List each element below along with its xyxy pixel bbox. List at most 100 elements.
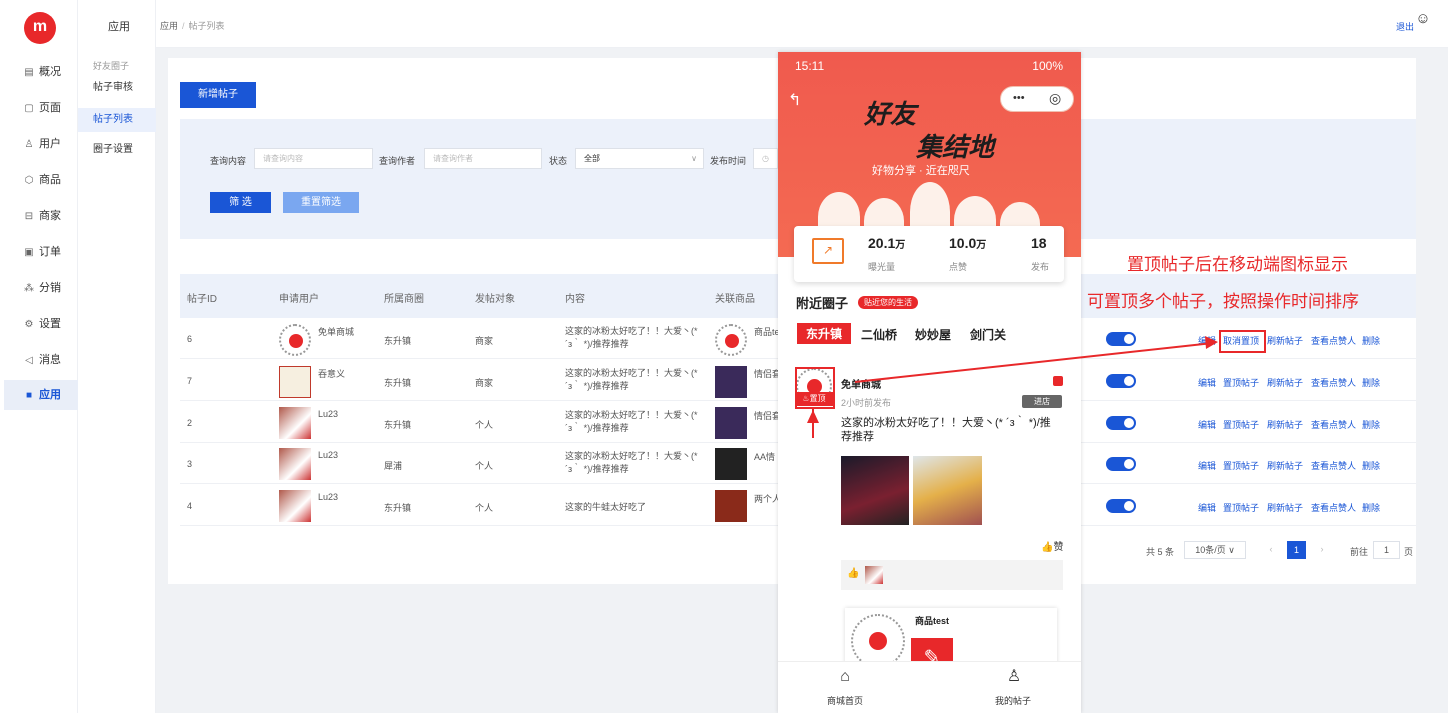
sidebar-item-settings[interactable]: ⚙ 设置 xyxy=(4,310,78,338)
pin-post-link[interactable]: 置顶帖子 xyxy=(1223,459,1259,472)
store-home-icon[interactable]: ⌂ xyxy=(834,666,856,688)
edit-link[interactable]: 编辑 xyxy=(1198,501,1216,514)
refresh-post-link[interactable]: 刷新帖子 xyxy=(1267,376,1303,389)
view-likes-link[interactable]: 查看点赞人 xyxy=(1311,459,1356,472)
post-author[interactable]: 免单商城 xyxy=(841,376,881,391)
pin-post-link[interactable]: 置顶帖子 xyxy=(1223,376,1259,389)
post-image[interactable] xyxy=(913,456,982,525)
status-toggle[interactable] xyxy=(1106,457,1136,471)
tab-area-4[interactable]: 剑门关 xyxy=(970,326,1006,343)
cell-id: 2 xyxy=(187,418,193,428)
stat-posts-value: 18 xyxy=(1031,235,1047,251)
status-toggle[interactable] xyxy=(1106,374,1136,388)
sidebar-item-merchants[interactable]: ⊟ 商家 xyxy=(4,202,78,230)
query-content-label: 查询内容 xyxy=(210,156,247,166)
page-number-current[interactable]: 1 xyxy=(1287,541,1306,559)
goto-page-input[interactable]: 1 xyxy=(1373,541,1400,559)
cell-area: 东升镇 xyxy=(384,336,412,346)
sidebar-item-apps[interactable]: ■ 应用 xyxy=(4,380,78,410)
more-icon[interactable]: ••• xyxy=(1013,92,1025,104)
shop-icon[interactable] xyxy=(1053,376,1063,386)
message-icon: ◁ xyxy=(25,355,33,366)
tabbar-my-posts[interactable]: 我的帖子 xyxy=(995,694,1031,707)
refresh-post-link[interactable]: 刷新帖子 xyxy=(1267,501,1303,514)
profile-icon[interactable]: ♙ xyxy=(1003,666,1025,688)
logout-link[interactable]: 退出 xyxy=(1396,20,1414,33)
view-likes-link[interactable]: 查看点赞人 xyxy=(1311,501,1356,514)
edit-link[interactable]: 编辑 xyxy=(1198,459,1216,472)
sidebar-item-goods[interactable]: ⬡ 商品 xyxy=(4,166,78,194)
stat-exposure-label: 曝光量 xyxy=(868,262,896,272)
delete-link[interactable]: 删除 xyxy=(1362,376,1380,389)
submenu-item-post-list[interactable]: 帖子列表 xyxy=(78,108,156,132)
product-thumb xyxy=(715,490,747,522)
status-toggle[interactable] xyxy=(1106,416,1136,430)
view-likes-link[interactable]: 查看点赞人 xyxy=(1311,376,1356,389)
app-logo[interactable]: m xyxy=(24,12,56,44)
user-avatar xyxy=(279,366,311,398)
view-likes-link[interactable]: 查看点赞人 xyxy=(1311,334,1356,347)
add-post-button[interactable]: 新增帖子 xyxy=(180,82,256,108)
pin-post-link[interactable]: 置顶帖子 xyxy=(1223,501,1259,514)
cell-id: 4 xyxy=(187,501,193,511)
sidebar-item-users[interactable]: ♙ 用户 xyxy=(4,130,78,158)
refresh-post-link[interactable]: 刷新帖子 xyxy=(1267,334,1303,347)
cell-id: 3 xyxy=(187,459,193,469)
view-likes-link[interactable]: 查看点赞人 xyxy=(1311,418,1356,431)
sidebar-item-pages[interactable]: ▢ 页面 xyxy=(4,94,78,122)
pin-post-link[interactable]: 置顶帖子 xyxy=(1223,418,1259,431)
sidebar-item-overview[interactable]: ▤ 概况 xyxy=(4,58,78,86)
delete-link[interactable]: 删除 xyxy=(1362,334,1380,347)
col-header-product: 关联商品 xyxy=(715,294,755,305)
edit-link[interactable]: 编辑 xyxy=(1198,418,1216,431)
close-target-icon[interactable]: ◎ xyxy=(1049,90,1061,107)
submenu-item-circle-settings[interactable]: 圈子设置 xyxy=(78,138,156,162)
post-text: 这家的冰粉太好吃了！！大爱丶(* ´з｀ *)/推荐推荐 xyxy=(841,417,1051,443)
back-arrow-icon[interactable]: ↰ xyxy=(788,90,801,110)
like-button[interactable]: 👍赞 xyxy=(1041,538,1063,553)
cell-area: 东升镇 xyxy=(384,420,412,430)
visit-store-button[interactable]: 进店 xyxy=(1022,395,1062,408)
filter-button[interactable]: 筛 选 xyxy=(210,192,271,213)
edit-link[interactable]: 编辑 xyxy=(1198,334,1216,347)
smile-icon[interactable]: ☺ xyxy=(1415,11,1431,27)
overview-icon: ▤ xyxy=(24,67,34,78)
user-avatar xyxy=(279,407,311,439)
status-toggle[interactable] xyxy=(1106,332,1136,346)
tabbar-home[interactable]: 商城首页 xyxy=(827,694,863,707)
sidebar-item-label: 页面 xyxy=(39,102,61,114)
sidebar-item-orders[interactable]: ▣ 订单 xyxy=(4,238,78,266)
breadcrumb-root[interactable]: 应用 xyxy=(160,21,178,31)
sidebar-item-messages[interactable]: ◁ 消息 xyxy=(4,346,78,374)
tab-area-2[interactable]: 二仙桥 xyxy=(861,326,897,343)
banner-title-2: 集结地 xyxy=(916,132,995,162)
sidebar-item-distribution[interactable]: ⁂ 分销 xyxy=(4,274,78,302)
edit-link[interactable]: 编辑 xyxy=(1198,376,1216,389)
next-page-button[interactable]: › xyxy=(1313,541,1331,559)
stat-exposure-number: 20.1 xyxy=(868,235,896,251)
page-size-select[interactable]: 10条/页 ∨ xyxy=(1184,541,1246,559)
reset-filter-button[interactable]: 重置筛选 xyxy=(283,192,359,213)
query-author-input[interactable]: 请查询作者 xyxy=(424,148,542,169)
miniapp-capsule[interactable]: ••• ◎ xyxy=(1000,86,1074,112)
cell-area: 犀浦 xyxy=(384,461,403,471)
chevron-down-icon: ∨ xyxy=(1228,545,1235,555)
delete-link[interactable]: 删除 xyxy=(1362,501,1380,514)
submenu-item-review[interactable]: 帖子审核 xyxy=(78,76,156,100)
refresh-post-link[interactable]: 刷新帖子 xyxy=(1267,459,1303,472)
tab-area-3[interactable]: 妙妙屋 xyxy=(915,326,951,343)
prev-page-button[interactable]: ‹ xyxy=(1262,541,1280,559)
order-icon: ▣ xyxy=(24,247,34,258)
delete-link[interactable]: 删除 xyxy=(1362,418,1380,431)
refresh-post-link[interactable]: 刷新帖子 xyxy=(1267,418,1303,431)
delete-link[interactable]: 删除 xyxy=(1362,459,1380,472)
likes-bar: 👍 xyxy=(841,560,1063,590)
post-image[interactable] xyxy=(841,456,909,525)
cell-product: 两个人 xyxy=(754,494,782,504)
query-content-input[interactable]: 请查询内容 xyxy=(254,148,373,169)
tab-area-1[interactable]: 东升镇 xyxy=(797,323,852,344)
status-toggle[interactable] xyxy=(1106,499,1136,513)
publish-time-picker[interactable]: ◷ xyxy=(753,148,778,169)
sidebar-item-label: 用户 xyxy=(39,138,61,150)
status-select[interactable]: 全部 ∨ xyxy=(575,148,704,169)
